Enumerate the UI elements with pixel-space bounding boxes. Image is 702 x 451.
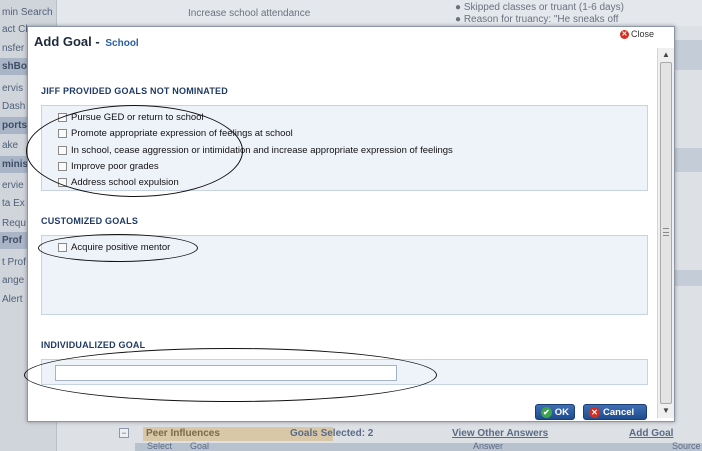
background-add-goal-link[interactable]: Add Goal bbox=[629, 428, 673, 439]
dialog-subtitle: School bbox=[105, 38, 139, 49]
ok-label: OK bbox=[554, 406, 569, 418]
background-answer-1-text: Skipped classes or truant (1-6 days) bbox=[463, 2, 624, 13]
jiff-goal-label: Promote appropriate expression of feelin… bbox=[71, 128, 293, 139]
dialog-title: Add Goal - School bbox=[34, 34, 139, 49]
background-band bbox=[675, 148, 702, 172]
col-source: Source bbox=[672, 441, 701, 451]
customized-section-title: CUSTOMIZED GOALS bbox=[41, 216, 139, 226]
col-select: Select bbox=[147, 441, 173, 451]
grip-icon bbox=[663, 228, 669, 236]
customized-goal-label: Acquire positive mentor bbox=[71, 242, 171, 253]
checkbox-icon[interactable] bbox=[58, 162, 67, 171]
add-goal-dialog: Add Goal - School ✕ Close ▲ ▼ JIFF PROVI… bbox=[24, 26, 675, 422]
background-top-goal: Increase school attendance bbox=[188, 8, 311, 19]
background-column-headers: Select Goal Answer Source bbox=[135, 441, 702, 451]
background-goals-selected: Goals Selected: 2 bbox=[290, 428, 374, 439]
dialog-title-dash: - bbox=[95, 34, 100, 49]
jiff-goals-box: Pursue GED or return to school Promote a… bbox=[41, 105, 648, 191]
jiff-goal-label: In school, cease aggression or intimidat… bbox=[71, 145, 453, 156]
customized-goals-box: Acquire positive mentor bbox=[41, 235, 648, 315]
jiff-goal-option[interactable]: Improve poor grades bbox=[58, 160, 159, 173]
checkbox-icon[interactable] bbox=[58, 113, 67, 122]
jiff-goal-label: Address school expulsion bbox=[71, 177, 179, 188]
cancel-label: Cancel bbox=[603, 406, 635, 418]
background-band bbox=[675, 270, 702, 286]
background-answer-2-text: Reason for truancy: "He sneaks off bbox=[463, 14, 619, 25]
jiff-goal-option[interactable]: In school, cease aggression or intimidat… bbox=[58, 144, 453, 157]
scroll-up-icon[interactable]: ▲ bbox=[658, 48, 674, 62]
jiff-goal-label: Pursue GED or return to school bbox=[71, 112, 204, 123]
ok-button[interactable]: ✔ OK bbox=[535, 404, 575, 420]
dialog-scrollbar[interactable]: ▲ ▼ bbox=[657, 48, 674, 418]
close-button[interactable]: ✕ Close bbox=[619, 29, 654, 39]
background-band bbox=[675, 40, 702, 70]
jiff-section-title: JIFF PROVIDED GOALS NOT NOMINATED bbox=[41, 86, 228, 96]
background-sidebar-item: min Search bbox=[2, 7, 53, 18]
dialog-title-text: Add Goal bbox=[34, 34, 92, 49]
check-icon: ✔ bbox=[541, 406, 552, 418]
background-bottom-row: − Peer Influences Goals Selected: 2 View… bbox=[115, 424, 702, 451]
jiff-goal-label: Improve poor grades bbox=[71, 161, 159, 172]
jiff-goal-option[interactable]: Pursue GED or return to school bbox=[58, 111, 204, 124]
col-answer: Answer bbox=[473, 441, 504, 451]
background-answer-2: ● Reason for truancy: "He sneaks off bbox=[455, 14, 619, 25]
background-view-other-link[interactable]: View Other Answers bbox=[452, 428, 548, 439]
checkbox-icon[interactable] bbox=[58, 129, 67, 138]
background-answer-1: ● Skipped classes or truant (1-6 days) bbox=[455, 2, 624, 13]
checkbox-icon[interactable] bbox=[58, 146, 67, 155]
checkbox-icon[interactable] bbox=[58, 178, 67, 187]
jiff-goal-option[interactable]: Promote appropriate expression of feelin… bbox=[58, 127, 293, 140]
customized-goal-option[interactable]: Acquire positive mentor bbox=[58, 241, 170, 254]
collapse-icon[interactable]: − bbox=[119, 428, 129, 438]
col-goal: Goal bbox=[190, 441, 210, 451]
jiff-goal-option[interactable]: Address school expulsion bbox=[58, 176, 179, 189]
checkbox-icon[interactable] bbox=[58, 243, 67, 252]
cancel-button[interactable]: ✕ Cancel bbox=[583, 404, 647, 420]
scroll-thumb[interactable] bbox=[660, 62, 672, 404]
individualized-goal-input[interactable] bbox=[55, 365, 397, 381]
close-icon: ✕ bbox=[619, 29, 629, 39]
individualized-section-title: INDIVIDUALIZED GOAL bbox=[41, 340, 146, 350]
cancel-icon: ✕ bbox=[589, 406, 600, 418]
scroll-down-icon[interactable]: ▼ bbox=[658, 404, 674, 418]
close-label: Close bbox=[630, 29, 654, 39]
